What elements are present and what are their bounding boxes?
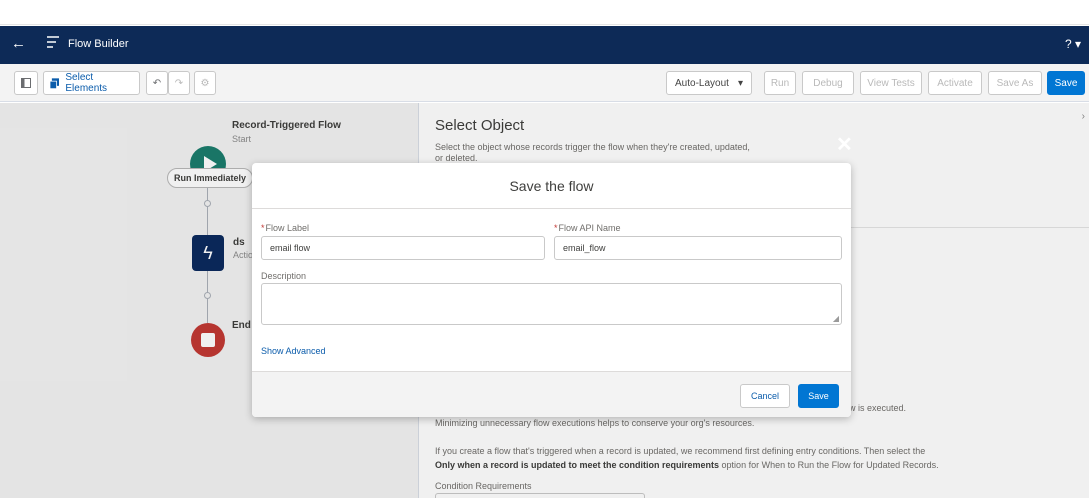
redo-icon: ↷ <box>174 77 184 89</box>
save-flow-modal: Save the flow *Flow Label email flow *Fl… <box>252 163 851 417</box>
view-tests-button[interactable]: View Tests <box>860 71 922 95</box>
toggle-panel-button[interactable] <box>14 71 38 95</box>
undo-button[interactable]: ↶ <box>146 71 168 95</box>
panel-icon <box>21 78 31 88</box>
flow-label-label: *Flow Label <box>261 223 309 233</box>
save-as-button[interactable]: Save As <box>988 71 1042 95</box>
debug-button[interactable]: Debug <box>802 71 854 95</box>
required-mark: * <box>261 223 265 233</box>
layout-select-value: Auto-Layout <box>675 77 729 89</box>
run-button[interactable]: Run <box>764 71 796 95</box>
select-elements-label: Select Elements <box>65 72 108 94</box>
layout-select[interactable]: Auto-Layout ▾ <box>666 71 752 95</box>
show-advanced-link[interactable]: Show Advanced <box>261 346 326 356</box>
api-name-label: *Flow API Name <box>554 223 621 233</box>
redo-button[interactable]: ↷ <box>168 71 190 95</box>
api-name-input[interactable]: email_flow <box>554 236 842 260</box>
modal-title: Save the flow <box>252 163 851 209</box>
flow-icon <box>47 36 59 48</box>
browser-top-strip <box>0 0 1089 25</box>
required-mark: * <box>554 223 558 233</box>
flow-label-label-text: Flow Label <box>265 223 310 233</box>
api-name-label-text: Flow API Name <box>558 223 621 233</box>
flow-label-input[interactable]: email flow <box>261 236 545 260</box>
cancel-button[interactable]: Cancel <box>740 384 790 408</box>
close-icon[interactable]: ✕ <box>836 132 853 157</box>
description-label: Description <box>261 271 307 281</box>
description-textarea[interactable]: ◢ <box>261 283 842 325</box>
select-elements-icon <box>50 77 60 89</box>
chevron-down-icon: ▾ <box>737 77 743 89</box>
resize-grip-icon[interactable]: ◢ <box>833 314 839 323</box>
settings-button[interactable]: ⚙ <box>194 71 216 95</box>
gear-icon: ⚙ <box>200 77 210 89</box>
activate-button[interactable]: Activate <box>928 71 982 95</box>
toolbar-save-button[interactable]: Save <box>1047 71 1085 95</box>
help-menu-icon[interactable]: ? ▾ <box>1065 37 1081 51</box>
app-title: Flow Builder <box>68 38 129 50</box>
select-elements-button[interactable]: Select Elements <box>43 71 140 95</box>
modal-footer: Cancel Save <box>252 371 851 417</box>
back-arrow-icon[interactable]: ← <box>11 35 26 52</box>
toolbar: Select Elements ↶ ↷ ⚙ Auto-Layout ▾ Run … <box>0 64 1089 102</box>
save-button[interactable]: Save <box>798 384 839 408</box>
undo-icon: ↶ <box>152 77 162 89</box>
app-header: ← Flow Builder ? ▾ <box>0 26 1089 64</box>
